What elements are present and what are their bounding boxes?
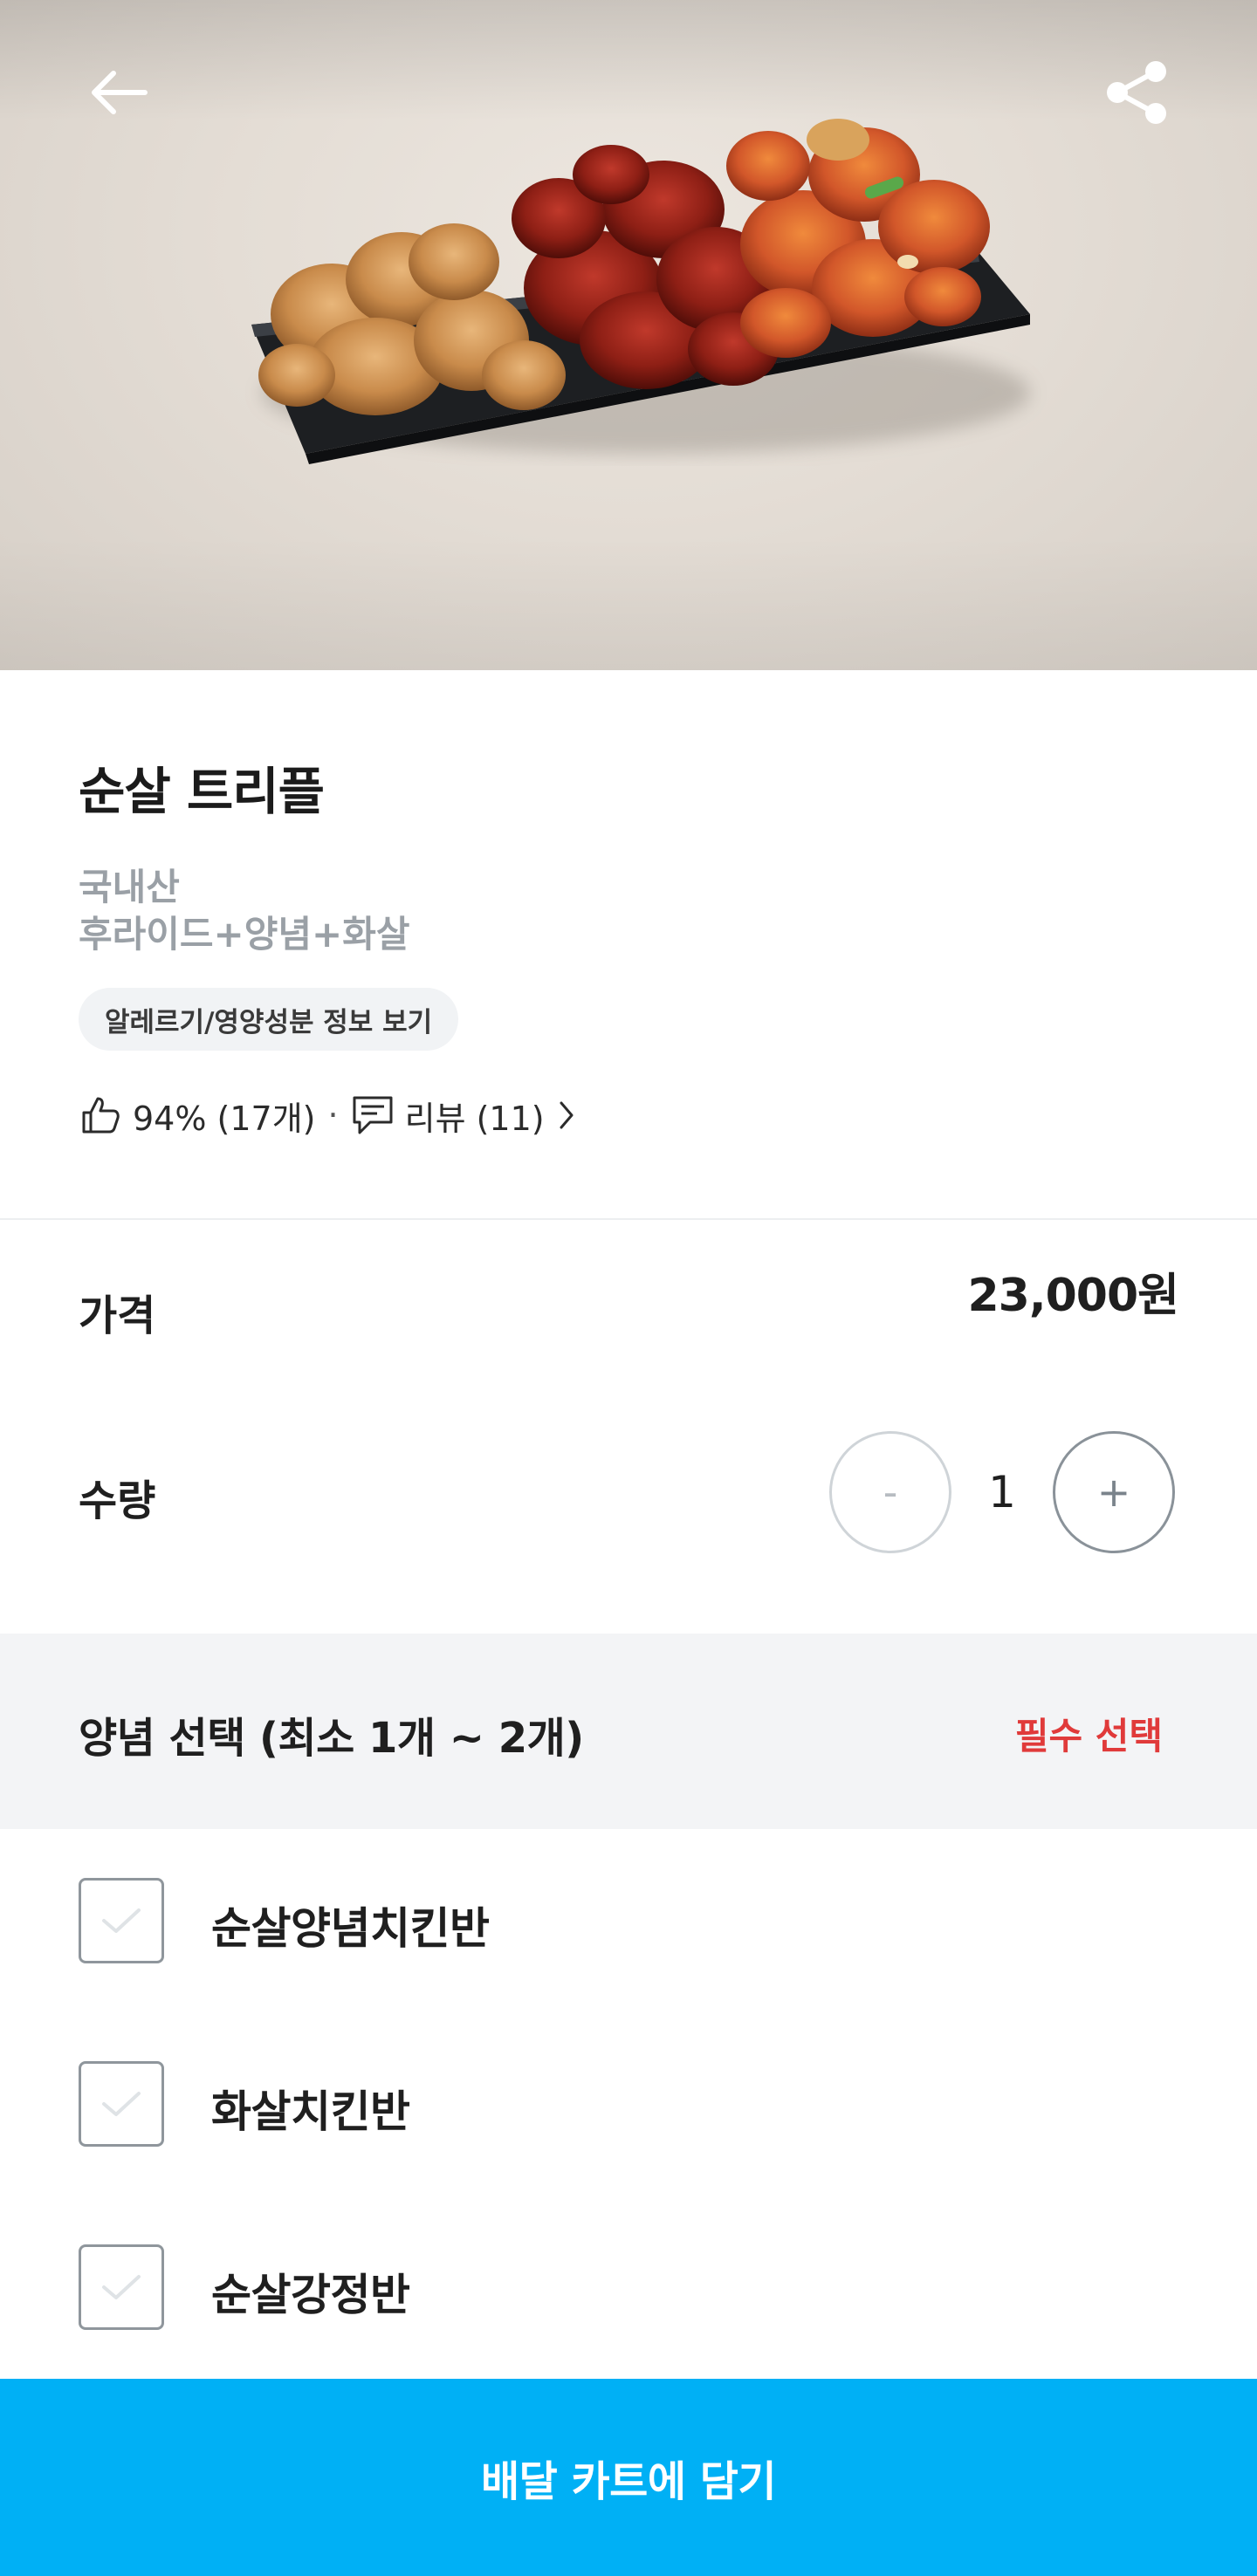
- share-button[interactable]: [1102, 58, 1171, 127]
- option-checkbox[interactable]: [79, 2061, 164, 2147]
- quantity-stepper: - 1 +: [829, 1431, 1178, 1557]
- quantity-label: 수량: [79, 1476, 156, 1525]
- review-link[interactable]: 리뷰 (11): [351, 1092, 588, 1140]
- product-title: 순살 트리플: [79, 762, 325, 821]
- rating-text: 94% (17개): [133, 1099, 316, 1138]
- origin-text: 국내산: [79, 866, 180, 908]
- price-value: 23,000원: [967, 1270, 1179, 1322]
- add-to-cart-button[interactable]: 배달 카트에 담기: [0, 2379, 1257, 2576]
- sauce-option[interactable]: 순살강정반: [0, 2225, 1257, 2365]
- composition-text: 후라이드+양념+화살: [79, 913, 410, 956]
- check-icon: [102, 2275, 141, 2299]
- allergy-info-button[interactable]: 알레르기/영양성분 정보 보기: [79, 988, 459, 1051]
- price-label: 가격: [79, 1291, 156, 1340]
- product-hero-image: [0, 0, 1257, 670]
- sauce-section-header: 양념 선택 (최소 1개 ~ 2개) 필수 선택: [0, 1634, 1257, 1829]
- increase-quantity-button[interactable]: +: [1053, 1431, 1175, 1553]
- rating-separator: ·: [327, 1096, 339, 1134]
- option-label: 화살치킨반: [211, 2086, 410, 2137]
- thumbs-up-icon: [79, 1093, 122, 1137]
- section-divider: [0, 1218, 1257, 1220]
- sauce-option[interactable]: 순살양념치킨반: [0, 1859, 1257, 1998]
- option-checkbox[interactable]: [79, 2244, 164, 2330]
- option-label: 순살양념치킨반: [211, 1903, 490, 1954]
- required-badge: 필수 선택: [1014, 1715, 1163, 1757]
- sauce-section-title: 양념 선택 (최소 1개 ~ 2개): [79, 1714, 584, 1763]
- hero-gradient-overlay: [0, 0, 1257, 670]
- product-description: 국내산 후라이드+양념+화살: [79, 864, 410, 958]
- back-button[interactable]: [84, 58, 154, 127]
- review-count-text: 리뷰 (11): [404, 1099, 545, 1138]
- check-icon: [102, 1908, 141, 1933]
- share-icon: [1107, 61, 1166, 124]
- check-icon: [102, 2092, 141, 2116]
- decrease-quantity-button[interactable]: -: [829, 1431, 951, 1553]
- option-label: 순살강정반: [211, 2270, 410, 2320]
- rating-row: 94% (17개) · 리뷰 (11): [79, 1089, 588, 1141]
- chevron-right-icon: [545, 1093, 588, 1137]
- arrow-left-icon: [92, 71, 148, 114]
- sauce-option[interactable]: 화살치킨반: [0, 2042, 1257, 2182]
- quantity-value: 1: [988, 1467, 1016, 1518]
- comment-icon: [351, 1093, 395, 1137]
- option-checkbox[interactable]: [79, 1878, 164, 1963]
